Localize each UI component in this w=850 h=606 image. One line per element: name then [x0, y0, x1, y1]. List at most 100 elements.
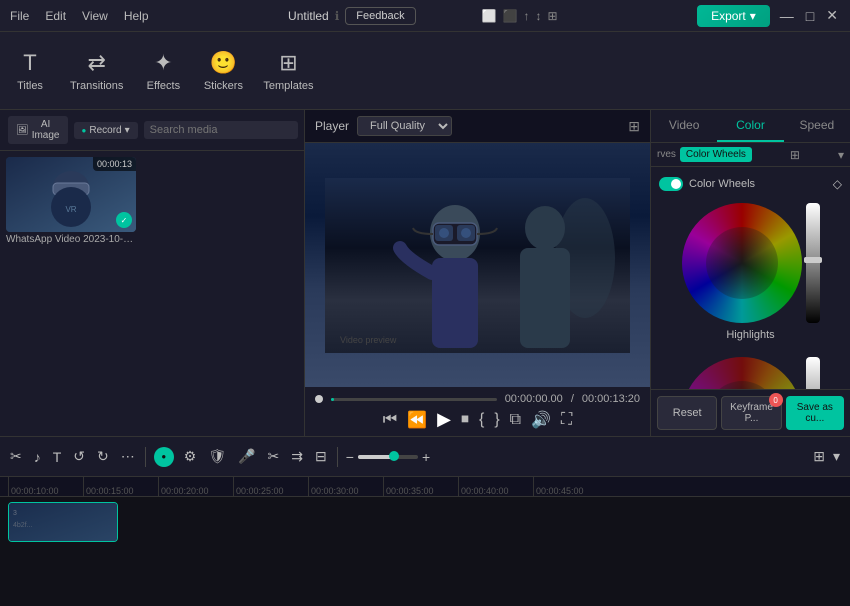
panel-chevron[interactable]: ▾: [838, 148, 844, 162]
record-indicator: ●: [154, 447, 174, 467]
quality-selector[interactable]: Full Quality Half Quality: [357, 116, 452, 136]
zoom-in-button[interactable]: +: [422, 449, 430, 465]
menu-view[interactable]: View: [82, 9, 108, 23]
progress-track[interactable]: [331, 398, 497, 401]
timeline-tool8[interactable]: 🛡: [206, 446, 228, 467]
record-chevron: ▾: [125, 125, 130, 136]
toolbar-separator2: [337, 447, 338, 467]
close-button[interactable]: ✕: [824, 5, 840, 26]
highlights-slider-thumb: [804, 257, 822, 263]
color-wheels-section: Color Wheels ◇ Highlights: [651, 167, 850, 389]
fullscreen-button[interactable]: ⛶: [561, 411, 572, 429]
progress-wrapper: 00:00:00.00 / 00:00:13:20: [315, 393, 640, 405]
mark-in-button[interactable]: {: [479, 411, 484, 429]
minimize-button[interactable]: —: [778, 6, 796, 26]
midtones-color-wheel[interactable]: [682, 357, 802, 389]
zoom-track[interactable]: [358, 455, 418, 459]
highlights-brightness-slider[interactable]: [806, 203, 820, 323]
timeline-tool3[interactable]: T: [51, 447, 64, 467]
audio-button[interactable]: 🔊: [531, 410, 551, 430]
ruler-mark-3: 00:00:25:00: [233, 477, 308, 496]
menu-edit[interactable]: Edit: [45, 9, 66, 23]
ruler-mark-1: 00:00:15:00: [83, 477, 158, 496]
color-wheels-subtab[interactable]: Color Wheels: [680, 147, 752, 162]
layout-button[interactable]: ⊞: [811, 446, 827, 467]
menu-help[interactable]: Help: [124, 9, 149, 23]
zoom-out-button[interactable]: −: [346, 449, 354, 465]
topbar-icon4: ↕: [536, 9, 542, 23]
save-custom-button[interactable]: Save as cu...: [786, 396, 844, 430]
tool-templates[interactable]: ⊞ Templates: [263, 50, 313, 92]
player-controls: 00:00:00.00 / 00:00:13:20 ⏮ ⏪ ▶ ⏹ { } ⧉ …: [305, 387, 650, 436]
highlights-color-wheel[interactable]: [682, 203, 802, 323]
timeline-ruler: 00:00:10:00 00:00:15:00 00:00:20:00 00:0…: [0, 477, 850, 497]
timeline-tool6[interactable]: ⋯: [119, 446, 137, 467]
tool-titles[interactable]: T Titles: [10, 50, 50, 92]
templates-label: Templates: [263, 80, 313, 92]
play-button[interactable]: ▶: [437, 409, 451, 430]
timeline: 00:00:10:00 00:00:15:00 00:00:20:00 00:0…: [0, 476, 850, 606]
wheel-center-overlay: [706, 227, 778, 299]
menu-file[interactable]: File: [10, 9, 29, 23]
tab-color[interactable]: Color: [717, 110, 783, 142]
right-panel: Video Color Speed rves Color Wheels ⊞ ▾ …: [650, 110, 850, 436]
maximize-button[interactable]: □: [804, 6, 816, 26]
player-video[interactable]: Video preview: [305, 143, 650, 387]
player-toolbar-right: ⊞: [628, 118, 640, 135]
color-subtabs: rves Color Wheels ⊞ ▾: [651, 143, 850, 167]
timeline-tool5[interactable]: ↻: [95, 446, 111, 467]
tool-stickers[interactable]: 🙂 Stickers: [203, 50, 243, 92]
time-total: 00:00:13:20: [582, 393, 640, 405]
tab-video[interactable]: Video: [651, 110, 717, 142]
right-tabs: Video Color Speed: [651, 110, 850, 143]
timeline-tool9[interactable]: 🎤: [236, 446, 257, 467]
export-button[interactable]: Export ▾: [697, 5, 770, 27]
midtones-brightness-slider[interactable]: [806, 357, 820, 389]
diamond-icon: ◇: [833, 177, 842, 191]
timeline-tool7[interactable]: ⚙: [182, 446, 199, 467]
media-grid: VR 00:00:13 ✓ WhatsApp Video 2023-10-05.…: [0, 151, 304, 436]
feedback-button[interactable]: Feedback: [345, 7, 415, 25]
timeline-tool2[interactable]: ♪: [32, 447, 43, 467]
control-buttons: ⏮ ⏪ ▶ ⏹ { } ⧉ 🔊 ⛶: [315, 409, 640, 430]
prev-frame-button[interactable]: ⏪: [407, 410, 427, 430]
mark-out-button[interactable]: }: [494, 411, 499, 429]
progress-dot: [315, 395, 323, 403]
topbar-icon1: ⬜: [482, 9, 497, 23]
topbar-icon2: ⬛: [503, 9, 518, 23]
reset-button[interactable]: Reset: [657, 396, 717, 430]
clip-button[interactable]: ⧉: [510, 411, 521, 429]
stickers-label: Stickers: [204, 80, 243, 92]
timeline-tool4[interactable]: ↺: [71, 446, 87, 467]
timeline-tool11[interactable]: ⇉: [289, 446, 305, 467]
timeline-tool10[interactable]: ✂: [266, 446, 282, 467]
menu-bar: File Edit View Help Untitled ℹ Feedback …: [0, 0, 850, 32]
templates-icon: ⊞: [279, 50, 297, 76]
search-input[interactable]: [144, 121, 298, 139]
effects-icon: ✦: [154, 50, 172, 76]
color-wheels-toggle[interactable]: [659, 177, 683, 191]
record-button[interactable]: ● Record ▾: [74, 122, 138, 139]
video-frame: Video preview: [305, 143, 650, 387]
midtones-wheel-container: Midtones: [657, 349, 844, 389]
curves-label: rves: [657, 149, 676, 160]
video-clip[interactable]: 3 4b2f...: [8, 502, 118, 542]
tool-transitions[interactable]: ⇄ Transitions: [70, 50, 123, 92]
panel-expand-button[interactable]: ⊞: [790, 148, 800, 162]
timeline-tool12[interactable]: ⊟: [313, 446, 329, 467]
stop-button[interactable]: ⏹: [461, 411, 469, 429]
timeline-tool1[interactable]: ✂: [8, 446, 24, 467]
menu-right: Export ▾ — □ ✕: [697, 5, 840, 27]
layout-arrow[interactable]: ▾: [831, 446, 842, 467]
ruler-mark-0: 00:00:10:00: [8, 477, 83, 496]
keyframe-button[interactable]: Keyframe P... 0: [721, 396, 781, 430]
tool-effects[interactable]: ✦ Effects: [143, 50, 183, 92]
rewind-button[interactable]: ⏮: [383, 411, 397, 429]
midtones-wheel-wrapper: [682, 357, 820, 389]
stickers-icon: 🙂: [210, 50, 237, 76]
list-item: VR 00:00:13 ✓ WhatsApp Video 2023-10-05.…: [6, 157, 136, 247]
main-toolbar: T Titles ⇄ Transitions ✦ Effects 🙂 Stick…: [0, 32, 850, 110]
tab-speed[interactable]: Speed: [784, 110, 850, 142]
ai-image-button[interactable]: 🖼 AI Image: [8, 116, 68, 144]
media-thumbnail[interactable]: VR 00:00:13 ✓: [6, 157, 136, 232]
